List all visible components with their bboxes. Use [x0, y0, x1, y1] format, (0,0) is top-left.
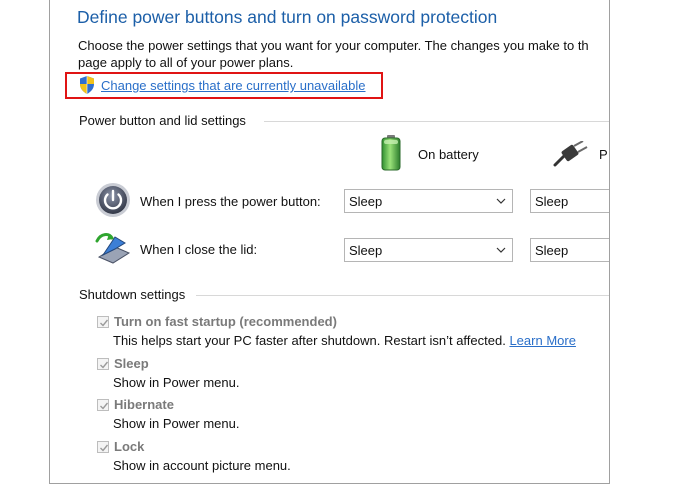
- change-settings-link[interactable]: Change settings that are currently unava…: [101, 78, 366, 93]
- description-line-1: Choose the power settings that you want …: [78, 38, 589, 53]
- column-on-battery: On battery: [418, 147, 479, 162]
- lid-plugged-select[interactable]: Sleep: [530, 238, 609, 262]
- lid-row-label: When I close the lid:: [140, 242, 258, 257]
- column-plugged-in: P: [599, 147, 608, 162]
- lock-desc: Show in account picture menu.: [113, 458, 291, 473]
- learn-more-link[interactable]: Learn More: [509, 333, 575, 348]
- power-button-row-label: When I press the power button:: [140, 194, 321, 209]
- hibernate-checkbox[interactable]: [97, 399, 109, 411]
- power-section-divider: [264, 121, 609, 122]
- select-value: Sleep: [535, 243, 569, 258]
- lock-label: Lock: [114, 439, 145, 454]
- hibernate-desc: Show in Power menu.: [113, 416, 240, 431]
- power-section-heading: Power button and lid settings: [79, 113, 246, 128]
- select-value: Sleep: [535, 194, 569, 209]
- select-value: Sleep: [349, 194, 383, 209]
- sleep-checkbox[interactable]: [97, 358, 109, 370]
- lid-icon: [95, 233, 131, 264]
- description-line-2: page apply to all of your power plans.: [78, 55, 294, 70]
- checkmark-icon: [100, 319, 109, 327]
- power-button-icon: [96, 183, 130, 217]
- power-button-battery-select[interactable]: Sleep: [344, 189, 513, 213]
- shutdown-section-heading: Shutdown settings: [79, 287, 186, 302]
- lock-checkbox[interactable]: [97, 441, 109, 453]
- hibernate-label: Hibernate: [114, 397, 174, 412]
- fast-startup-desc: This helps start your PC faster after sh…: [113, 333, 576, 348]
- lid-battery-select[interactable]: Sleep: [344, 238, 513, 262]
- fast-startup-checkbox[interactable]: [97, 316, 109, 328]
- checkmark-icon: [100, 361, 109, 369]
- fast-startup-desc-text: This helps start your PC faster after sh…: [113, 333, 506, 348]
- chevron-down-icon: [496, 198, 506, 204]
- plug-icon: [553, 141, 588, 167]
- checkmark-icon: [100, 402, 109, 410]
- shield-icon: [80, 76, 94, 94]
- sleep-desc: Show in Power menu.: [113, 375, 240, 390]
- control-panel-window: Define power buttons and turn on passwor…: [49, 0, 610, 484]
- checkmark-icon: [100, 444, 109, 452]
- fast-startup-label: Turn on fast startup (recommended): [114, 314, 337, 329]
- shutdown-section-divider: [196, 295, 609, 296]
- power-button-plugged-select[interactable]: Sleep: [530, 189, 609, 213]
- select-value: Sleep: [349, 243, 383, 258]
- sleep-label: Sleep: [114, 356, 149, 371]
- page-description: Choose the power settings that you want …: [78, 37, 589, 71]
- battery-icon: [381, 135, 401, 171]
- page-title: Define power buttons and turn on passwor…: [77, 7, 498, 27]
- chevron-down-icon: [496, 247, 506, 253]
